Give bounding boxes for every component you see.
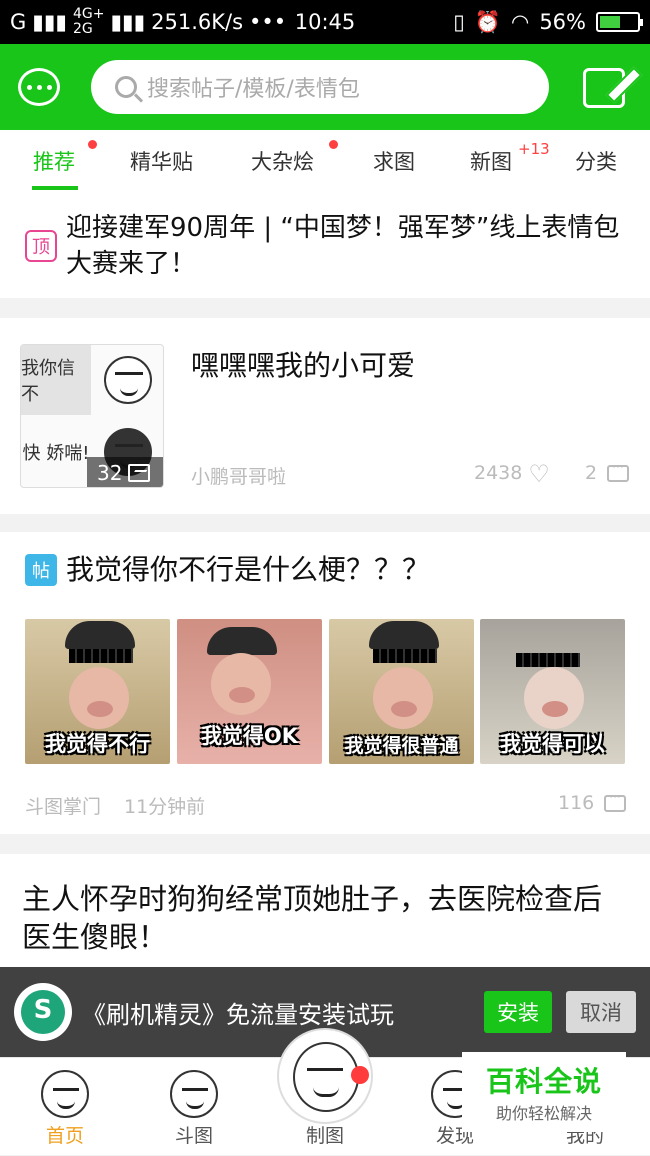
meme-face-icon xyxy=(293,1042,359,1112)
post-image-1[interactable]: 我觉得不行 xyxy=(25,619,170,764)
post-comments[interactable]: 116 xyxy=(558,790,627,814)
thumb-cell-text: 我你信不 xyxy=(21,345,91,415)
thumb-cell-text-2: 快 娇喘! xyxy=(22,443,90,464)
net-speed: 251.6K/s xyxy=(151,10,244,34)
post-tag: 帖 xyxy=(25,554,57,586)
tab-recommend[interactable]: 推荐 xyxy=(33,146,75,176)
tab-new-badge: +13 xyxy=(518,140,550,158)
pinned-post[interactable]: 顶 迎接建军90周年 | “中国梦！强军梦”线上表情包大赛来了！ xyxy=(0,190,650,298)
home-icon xyxy=(41,1070,89,1118)
compose-icon[interactable] xyxy=(583,68,625,108)
image-count-badge: 32 xyxy=(87,457,163,487)
status-bar: G ▮▮▮ 4G+ 2G ▮▮▮ 251.6K/s ••• 10:45 ▯ ⏰ … xyxy=(0,0,650,44)
post-thumbnail-grid: 我你信不 快 娇喘! 32 xyxy=(20,344,164,488)
install-button[interactable]: 安装 xyxy=(484,991,552,1033)
app-shield-icon xyxy=(14,983,72,1041)
tab-new[interactable]: 新图 xyxy=(470,146,512,176)
post-author[interactable]: 小鹏哥哥啦 xyxy=(191,462,286,489)
comment-icon xyxy=(607,460,630,482)
post-card-3[interactable]: 主人怀孕时狗狗经常顶她肚子，去医院检查后医生傻眼！ xyxy=(0,854,650,967)
post-title: 嘿嘿嘿我的小可爱 xyxy=(191,349,416,382)
tab-featured[interactable]: 精华贴 xyxy=(130,146,193,176)
post-title: 主人怀孕时狗狗经常顶她肚子，去医院检查后医生傻眼！ xyxy=(22,882,603,954)
notification-dot xyxy=(351,1066,369,1084)
tab-recommend-dot xyxy=(88,140,97,149)
signal-icon: ▮▮▮ xyxy=(32,10,67,34)
battery-icon xyxy=(596,12,643,32)
signal-label: G xyxy=(10,10,27,34)
category-tabs: 推荐 精华贴 大杂烩 求图 新图 +13 分类 xyxy=(0,130,650,190)
nav-home[interactable]: 首页 xyxy=(20,1058,110,1156)
watermark: 百科全说 助你轻松解决 xyxy=(462,1052,626,1132)
search-icon xyxy=(115,76,137,98)
alarm-icon: ⏰ xyxy=(474,9,501,34)
pinned-title: 迎接建军90周年 | “中国梦！强军梦”线上表情包大赛来了！ xyxy=(66,213,620,279)
post-image-4[interactable]: 我觉得可以 xyxy=(480,619,625,764)
tab-mixed[interactable]: 大杂烩 xyxy=(251,146,314,176)
thumb-cell-face xyxy=(93,345,163,415)
post-card-1[interactable]: 我你信不 快 娇喘! 32 嘿嘿嘿我的小可爱 小鹏哥哥啦 2438 2 xyxy=(0,318,650,514)
network-type: 4G+ 2G xyxy=(72,6,105,37)
wifi-icon: ◠ xyxy=(510,10,530,34)
watermark-subtitle: 助你轻松解决 xyxy=(495,1104,592,1123)
post-comments[interactable]: 2 xyxy=(585,460,630,484)
post-author[interactable]: 斗图掌门 xyxy=(25,792,101,819)
post-image-3[interactable]: 我觉得很普通 xyxy=(329,619,474,764)
search-placeholder: 搜索帖子/模板/表情包 xyxy=(147,77,360,102)
cancel-button[interactable]: 取消 xyxy=(566,991,636,1033)
vibrate-icon: ▯ xyxy=(453,10,465,34)
image-icon xyxy=(128,464,151,482)
tab-request[interactable]: 求图 xyxy=(373,146,415,176)
signal-icon-2: ▮▮▮ xyxy=(110,10,146,34)
more-dots: ••• xyxy=(249,10,287,34)
post-card-2[interactable]: 帖 我觉得你不行是什么梗？？？ 我觉得不行 我觉得OK 我觉得很普通 我觉得可以… xyxy=(0,532,650,834)
battery-percent: 56% xyxy=(539,10,586,34)
search-input[interactable]: 搜索帖子/模板/表情包 xyxy=(91,60,549,114)
nav-battle[interactable]: 斗图 xyxy=(149,1058,239,1156)
like-icon xyxy=(528,464,550,484)
make-meme-button[interactable] xyxy=(277,1028,373,1124)
install-banner-text: 《刷机精灵》免流量安装试玩 xyxy=(82,1001,394,1029)
app-bar: 搜索帖子/模板/表情包 xyxy=(0,44,650,130)
message-icon[interactable] xyxy=(18,68,60,106)
post-likes[interactable]: 2438 xyxy=(474,462,550,484)
post-title: 我觉得你不行是什么梗？？？ xyxy=(66,553,431,586)
tab-mixed-dot xyxy=(329,140,338,149)
comment-icon xyxy=(604,790,627,812)
pinned-tag: 顶 xyxy=(25,230,57,262)
post-time: 11分钟前 xyxy=(124,796,206,818)
battle-icon xyxy=(170,1070,218,1118)
watermark-title: 百科全说 xyxy=(485,1065,602,1098)
post-image-2[interactable]: 我觉得OK xyxy=(177,619,322,764)
tab-category[interactable]: 分类 xyxy=(575,146,617,176)
